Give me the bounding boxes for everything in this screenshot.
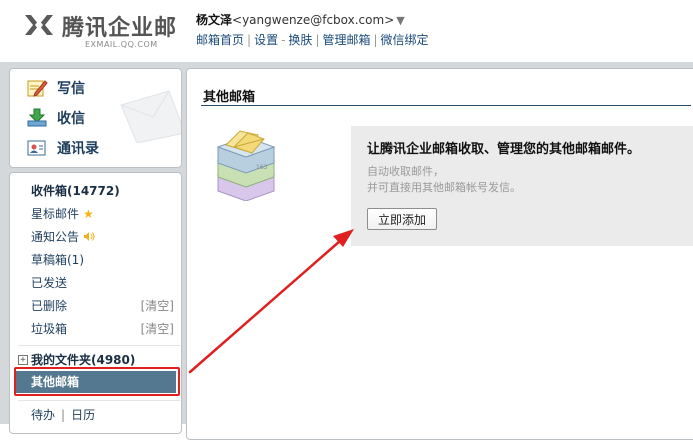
link-wechat-bind[interactable]: 微信绑定 <box>381 33 429 47</box>
star-icon: ★ <box>83 207 94 221</box>
link-separator: | <box>61 408 66 422</box>
folder-inbox[interactable]: 收件箱(14772) <box>10 180 181 202</box>
contacts-button[interactable]: 通讯录 <box>10 135 130 161</box>
page-title: 其他邮箱 <box>203 90 256 105</box>
promo-description-line2: 并可直接用其他邮箱帐号发信。 <box>367 181 521 194</box>
promo-title: 让腾讯企业邮箱收取、管理您的其他邮箱邮件。 <box>367 142 641 157</box>
bottom-links: 待办 | 日历 <box>31 406 95 423</box>
link-separator: | <box>373 33 378 47</box>
top-header: 腾讯企业邮 EXMAIL.QQ.COM 杨文泽<yangwenze@fcbox.… <box>0 0 693 62</box>
highlight-annotation-box <box>14 367 180 396</box>
user-account[interactable]: 杨文泽<yangwenze@fcbox.com> ▼ <box>196 11 405 28</box>
folder-deleted-label: 已删除 <box>31 299 68 313</box>
folder-starred-label: 星标邮件 <box>31 207 80 221</box>
folder-starred[interactable]: 星标邮件 ★ <box>10 203 181 225</box>
logo-mark-icon <box>25 15 53 35</box>
svg-text:163: 163 <box>256 164 268 171</box>
compose-button[interactable]: 写信 <box>10 75 130 101</box>
folder-notices-label: 通知公告 <box>31 230 80 244</box>
folder-spam-label: 垃圾箱 <box>31 322 68 336</box>
quick-actions-panel: 写信 收信 通讯录 <box>9 68 182 168</box>
link-settings[interactable]: 设置 <box>254 33 278 47</box>
mailbox-stack-icon: 163 <box>216 130 276 201</box>
folder-divider <box>18 345 180 346</box>
folder-drafts-label: 草稿箱(1) <box>31 253 84 267</box>
link-change-skin[interactable]: 换肤 <box>288 33 312 47</box>
content-panel: 其他邮箱 163 让腾讯企业邮箱收取、管理您的其他邮箱邮件。 自动收取邮件， 并… <box>186 68 693 440</box>
link-separator: | <box>315 33 320 47</box>
receive-mail-button[interactable]: 收信 <box>10 105 130 131</box>
compose-icon <box>26 78 48 98</box>
contacts-label: 通讯录 <box>57 141 99 157</box>
logo-text: 腾讯企业邮 <box>62 16 178 41</box>
promo-description-line1: 自动收取邮件， <box>367 165 444 178</box>
add-now-button[interactable]: 立即添加 <box>367 208 437 230</box>
inbox-download-icon <box>26 108 48 128</box>
title-underline <box>201 105 691 106</box>
contacts-icon <box>26 138 48 158</box>
folder-notices[interactable]: 通知公告 <box>10 226 181 248</box>
account-dropdown-icon[interactable]: ▼ <box>396 14 404 27</box>
user-email: <yangwenze@fcbox.com> <box>232 13 395 27</box>
logo-subtext: EXMAIL.QQ.COM <box>85 40 158 49</box>
expand-plus-icon[interactable]: + <box>18 355 28 365</box>
link-mailbox-home[interactable]: 邮箱首页 <box>196 33 244 47</box>
clear-spam-link[interactable]: [清空] <box>141 318 174 340</box>
folder-inbox-label: 收件箱(14772) <box>31 184 120 198</box>
folder-spam[interactable]: 垃圾箱 [清空] <box>10 318 181 340</box>
folder-drafts[interactable]: 草稿箱(1) <box>10 249 181 271</box>
link-separator: | <box>247 33 252 47</box>
receive-mail-label: 收信 <box>57 111 85 127</box>
clear-deleted-link[interactable]: [清空] <box>141 295 174 317</box>
folder-deleted[interactable]: 已删除 [清空] <box>10 295 181 317</box>
link-manage-mailbox[interactable]: 管理邮箱 <box>322 33 370 47</box>
todo-link[interactable]: 待办 <box>31 408 55 422</box>
folder-sent-label: 已发送 <box>31 276 68 290</box>
compose-label: 写信 <box>57 81 85 97</box>
folder-sent[interactable]: 已发送 <box>10 272 181 294</box>
calendar-link[interactable]: 日历 <box>71 408 95 422</box>
speaker-icon <box>84 232 95 241</box>
promo-card: 让腾讯企业邮箱收取、管理您的其他邮箱邮件。 自动收取邮件， 并可直接用其他邮箱帐… <box>351 126 693 246</box>
folder-divider <box>18 400 180 401</box>
link-separator: - <box>281 33 286 47</box>
user-name: 杨文泽 <box>196 13 233 27</box>
header-links: 邮箱首页 | 设置 - 换肤 | 管理邮箱 | 微信绑定 <box>196 31 429 48</box>
